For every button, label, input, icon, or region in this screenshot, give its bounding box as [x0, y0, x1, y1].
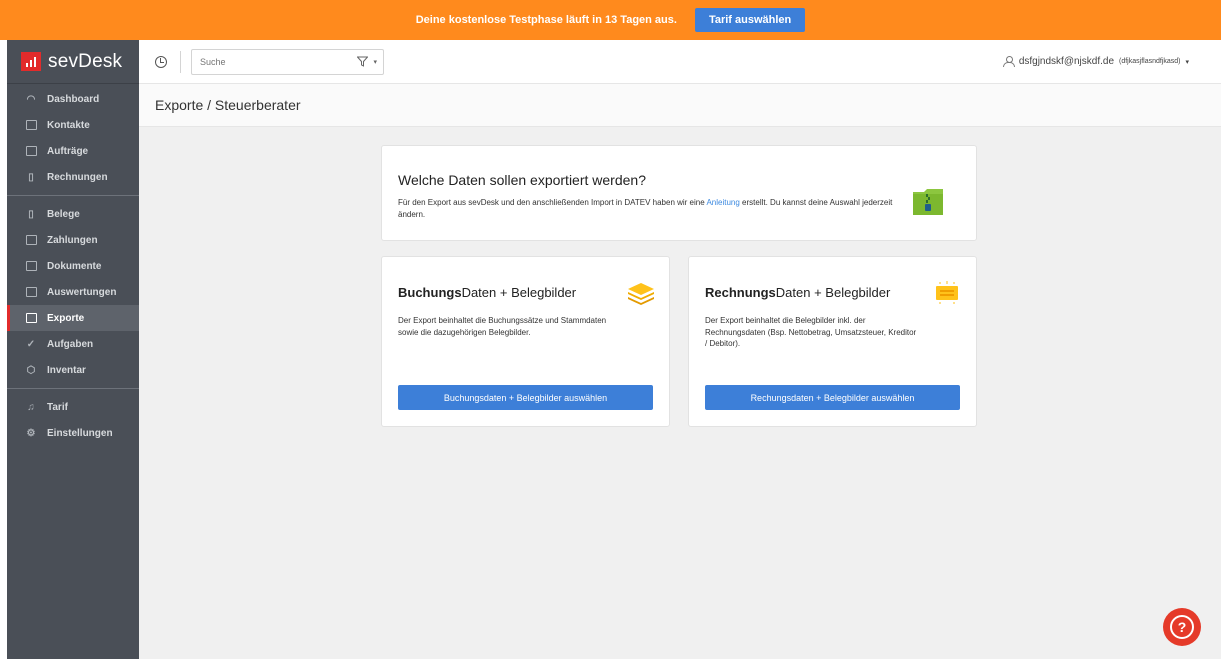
sidebar-item-label: Exporte [47, 312, 85, 324]
booking-data-title: BuchungsDaten + Belegbilder [398, 285, 577, 300]
sidebar-item-dokumente[interactable]: Dokumente [7, 253, 139, 279]
sidebar-item-inventar[interactable]: ⬡ Inventar [7, 357, 139, 383]
guide-link[interactable]: Anleitung [706, 198, 739, 207]
brand-name: sevDesk [48, 50, 123, 72]
sidebar-divider [7, 388, 139, 389]
sidebar-item-label: Einstellungen [47, 427, 113, 439]
main-content: Welche Daten sollen exportiert werden? F… [139, 127, 1221, 659]
sidebar-item-belege[interactable]: ▯ Belege [7, 201, 139, 227]
nav-group-accounting: ▯ Belege Zahlungen Dokumente Auswertunge… [7, 199, 139, 385]
user-menu[interactable]: dsfgjndskf@njskdf.de (dfjkasjflasndfjkas… [1002, 56, 1189, 67]
documents-icon [25, 260, 37, 272]
sidebar-item-label: Kontakte [47, 119, 90, 131]
ticket-icon [936, 281, 958, 304]
top-bar: ▾ dsfgjndskf@njskdf.de (dfjkasjflasndfjk… [139, 40, 1221, 84]
invoice-data-description: Der Export beinhaltet die Belegbilder in… [705, 316, 917, 348]
chevron-down-icon: ▾ [1185, 58, 1189, 66]
logo-icon [21, 52, 41, 71]
intro-title: Welche Daten sollen exportiert werden? [398, 172, 646, 188]
sidebar-item-tarif[interactable]: ♫ Tarif [7, 394, 139, 420]
intro-text: Für den Export aus sevDesk und den ansch… [398, 197, 898, 221]
gear-icon: ⚙ [26, 427, 36, 439]
sidebar-item-label: Tarif [47, 401, 68, 413]
sidebar-item-label: Auswertungen [47, 286, 117, 298]
nav-group-main: ◠ Dashboard Kontakte Aufträge ▯ Rechnung… [7, 84, 139, 192]
receipt-icon: ▯ [28, 208, 34, 220]
user-email: dsfgjndskf@njskdf.de [1018, 56, 1115, 67]
sidebar-item-label: Aufgaben [47, 338, 94, 350]
booking-data-description: Der Export beinhaltet die Buchungssätze … [398, 316, 607, 337]
search-input[interactable] [200, 50, 340, 73]
select-booking-data-button[interactable]: Buchungsdaten + Belegbilder auswählen [398, 385, 653, 410]
search-box: ▾ [191, 48, 384, 75]
filter-icon [357, 56, 369, 67]
filter-dropdown-button[interactable]: ▾ [357, 56, 377, 67]
select-plan-button[interactable]: Tarif auswählen [694, 8, 806, 32]
bell-icon: ♫ [27, 401, 35, 413]
trial-banner-text: Deine kostenlose Testphase läuft in 13 T… [415, 14, 677, 26]
select-invoice-data-button[interactable]: Rechungsdaten + Belegbilder auswählen [705, 385, 960, 410]
sidebar-item-kontakte[interactable]: Kontakte [7, 112, 139, 138]
user-icon [1002, 56, 1015, 67]
toolbar-divider [180, 50, 181, 73]
sidebar-item-rechnungen[interactable]: ▯ Rechnungen [7, 164, 139, 190]
invoice-data-title: RechnungsDaten + Belegbilder [705, 285, 891, 300]
zip-folder-icon [913, 189, 943, 215]
sidebar-item-aufgaben[interactable]: ✓ Aufgaben [7, 331, 139, 357]
nav-group-account: ♫ Tarif ⚙ Einstellungen [7, 392, 139, 448]
sidebar-divider [7, 195, 139, 196]
breadcrumb: Exporte / Steuerberater [139, 84, 1221, 127]
sidebar-item-zahlungen[interactable]: Zahlungen [7, 227, 139, 253]
sidebar-item-label: Zahlungen [47, 234, 98, 246]
help-button[interactable]: ? [1163, 608, 1201, 646]
question-icon: ? [1170, 615, 1194, 639]
dashboard-icon: ◠ [26, 93, 36, 105]
check-icon: ✓ [26, 338, 36, 350]
invoice-icon: ▯ [28, 171, 34, 183]
sidebar-item-einstellungen[interactable]: ⚙ Einstellungen [7, 420, 139, 446]
sidebar-item-label: Inventar [47, 364, 86, 376]
sidebar-item-label: Belege [47, 208, 80, 220]
user-company: (dfjkasjflasndfjkasd) [1119, 58, 1181, 65]
sidebar-item-auftraege[interactable]: Aufträge [7, 138, 139, 164]
sidebar-item-auswertungen[interactable]: Auswertungen [7, 279, 139, 305]
booking-data-card: BuchungsDaten + Belegbilder Der Export b… [381, 256, 670, 427]
reports-icon [25, 286, 37, 298]
contacts-icon [25, 119, 37, 131]
sidebar-item-label: Dokumente [47, 260, 102, 272]
chevron-down-icon: ▾ [373, 58, 377, 66]
export-icon [25, 312, 37, 324]
brand-logo[interactable]: sevDesk [7, 40, 139, 84]
trial-banner: Deine kostenlose Testphase läuft in 13 T… [0, 0, 1221, 40]
sidebar-item-label: Dashboard [47, 93, 100, 105]
inventory-icon: ⬡ [26, 364, 36, 376]
page-title: Exporte / Steuerberater [155, 97, 301, 113]
orders-icon [25, 145, 37, 157]
intro-text-before: Für den Export aus sevDesk und den ansch… [398, 198, 707, 207]
sidebar: sevDesk ◠ Dashboard Kontakte Aufträge ▯ … [7, 40, 139, 659]
sidebar-item-label: Rechnungen [47, 171, 108, 183]
stack-icon [628, 283, 654, 305]
sidebar-item-exporte[interactable]: Exporte [7, 305, 139, 331]
sidebar-item-dashboard[interactable]: ◠ Dashboard [7, 86, 139, 112]
payment-icon [25, 234, 37, 246]
invoice-data-card: RechnungsDaten + Belegbilder Der Export … [688, 256, 977, 427]
history-icon[interactable] [155, 55, 167, 68]
sidebar-item-label: Aufträge [47, 145, 89, 157]
intro-card: Welche Daten sollen exportiert werden? F… [381, 145, 977, 241]
